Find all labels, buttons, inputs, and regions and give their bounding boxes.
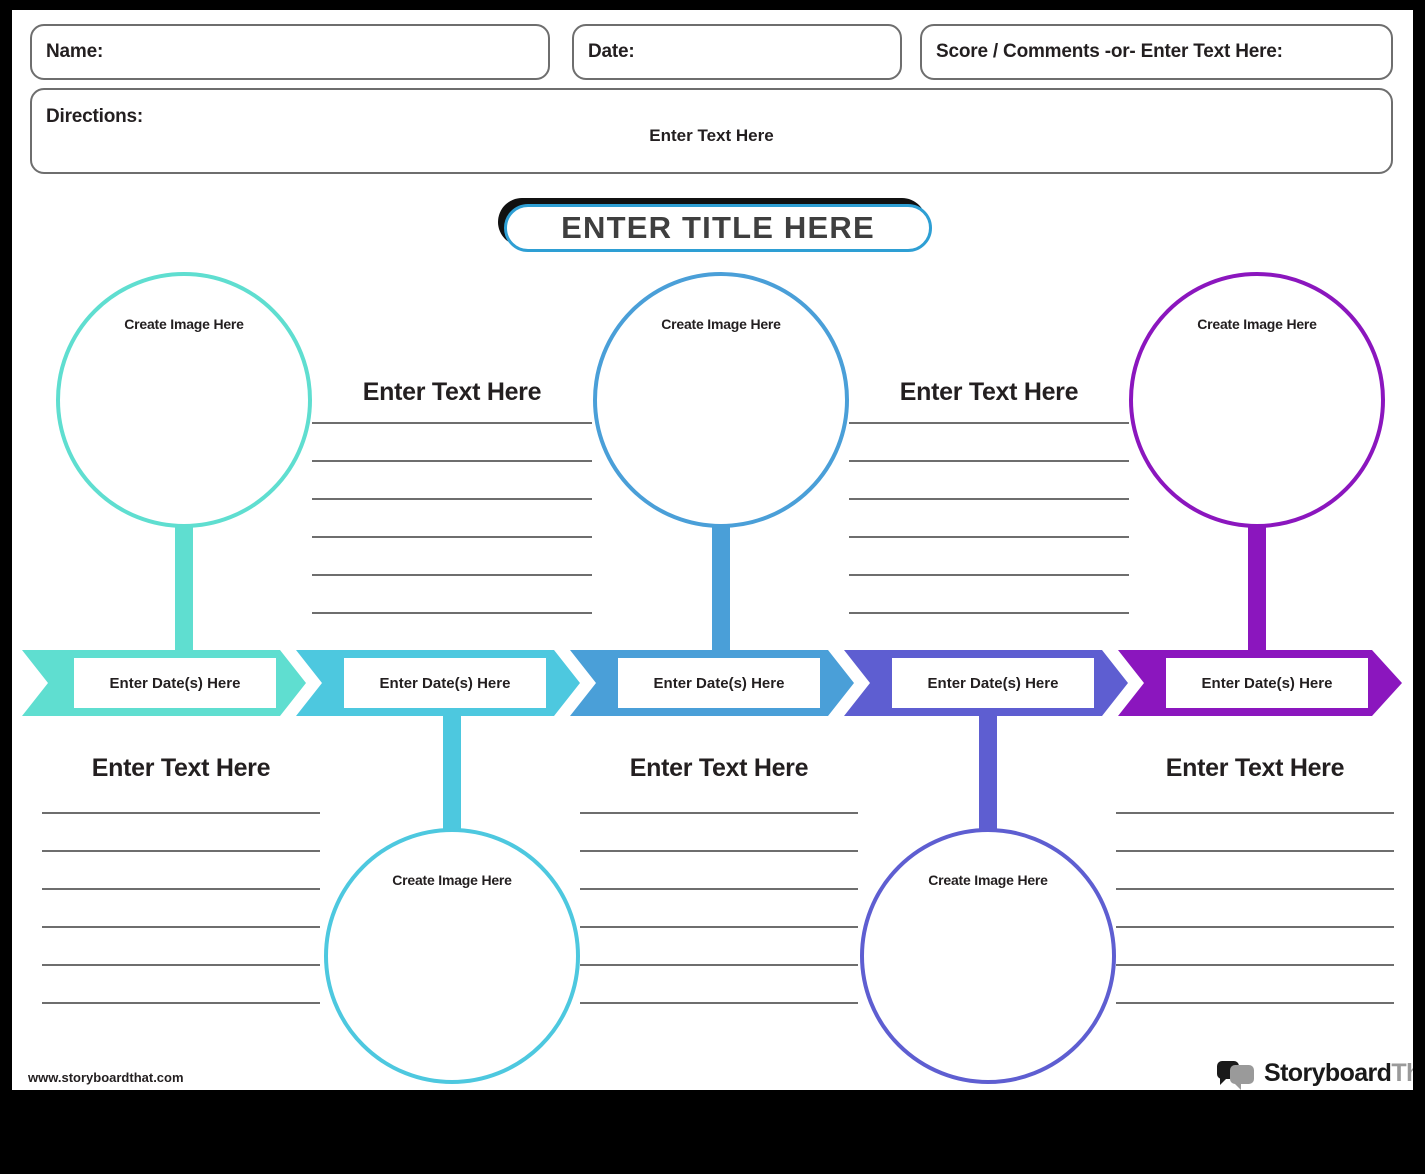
score-comments-field[interactable]: Score / Comments -or- Enter Text Here: (920, 24, 1393, 80)
date-box-step-3[interactable]: Enter Date(s) Here (618, 658, 820, 708)
text-block-step-4-title: Enter Text Here (899, 378, 1079, 406)
rule-line (1116, 926, 1394, 928)
stem-step-3 (712, 510, 730, 658)
rule-line (42, 964, 320, 966)
rule-line (580, 812, 858, 814)
rule-line (580, 926, 858, 928)
speech-bubbles-icon (1217, 1059, 1257, 1090)
score-comments-label: Score / Comments -or- Enter Text Here: (936, 41, 1283, 62)
rule-line (849, 422, 1129, 424)
text-block-step-2-lines[interactable] (312, 422, 592, 614)
text-block-step-2-title: Enter Text Here (362, 378, 542, 406)
stem-step-1 (175, 510, 193, 658)
text-block-step-5: Enter Text Here (1116, 754, 1394, 1004)
rule-line (1116, 1002, 1394, 1004)
rule-line (312, 460, 592, 462)
circle-step-4-label: Create Image Here (928, 872, 1048, 888)
circle-step-3-label: Create Image Here (661, 316, 781, 332)
rule-line (1116, 888, 1394, 890)
logo-wordmark: StoryboardThat (1264, 1059, 1413, 1088)
text-block-step-1-title: Enter Text Here (91, 754, 271, 782)
rule-line (849, 498, 1129, 500)
rule-line (312, 574, 592, 576)
text-block-step-2: Enter Text Here (312, 378, 592, 614)
rule-line (849, 536, 1129, 538)
timeline-arrow-band: Enter Date(s) Here Enter Date(s) Here En… (22, 650, 1402, 716)
title-banner-wrap: ENTER TITLE HERE (498, 198, 932, 252)
rule-line (42, 926, 320, 928)
rule-line (580, 850, 858, 852)
rule-line (580, 888, 858, 890)
circle-step-3[interactable]: Create Image Here (593, 272, 849, 528)
rule-line (580, 964, 858, 966)
directions-label: Directions: (46, 106, 144, 127)
text-block-step-5-lines[interactable] (1116, 812, 1394, 1004)
circle-step-1-label: Create Image Here (124, 316, 244, 332)
circle-step-2[interactable]: Create Image Here (324, 828, 580, 1084)
date-field[interactable]: Date: (572, 24, 902, 80)
text-block-step-4-lines[interactable] (849, 422, 1129, 614)
stem-step-2 (443, 710, 461, 840)
date-box-step-1[interactable]: Enter Date(s) Here (74, 658, 276, 708)
name-field[interactable]: Name: (30, 24, 550, 80)
rule-line (312, 612, 592, 614)
date-box-step-5[interactable]: Enter Date(s) Here (1166, 658, 1368, 708)
circle-step-1[interactable]: Create Image Here (56, 272, 312, 528)
rule-line (849, 574, 1129, 576)
rule-line (1116, 812, 1394, 814)
stem-step-4 (979, 710, 997, 840)
date-box-step-4[interactable]: Enter Date(s) Here (892, 658, 1094, 708)
speech-bubble-front-icon (1230, 1065, 1254, 1090)
text-block-step-3-title: Enter Text Here (629, 754, 809, 782)
logo-text-primary: Storyboard (1264, 1058, 1392, 1087)
rule-line (580, 1002, 858, 1004)
circle-step-2-label: Create Image Here (392, 872, 512, 888)
rule-line (312, 536, 592, 538)
rule-line (1116, 850, 1394, 852)
date-label: Date: (588, 41, 635, 62)
rule-line (849, 460, 1129, 462)
stem-step-5 (1248, 510, 1266, 658)
worksheet-page: Name: Date: Score / Comments -or- Enter … (12, 10, 1413, 1090)
page-title: ENTER TITLE HERE (561, 210, 875, 245)
circle-step-5[interactable]: Create Image Here (1129, 272, 1385, 528)
text-block-step-3: Enter Text Here (580, 754, 858, 1004)
title-banner[interactable]: ENTER TITLE HERE (504, 204, 932, 252)
text-block-step-3-lines[interactable] (580, 812, 858, 1004)
rule-line (42, 850, 320, 852)
rule-line (312, 498, 592, 500)
date-box-step-2[interactable]: Enter Date(s) Here (344, 658, 546, 708)
rule-line (849, 612, 1129, 614)
text-block-step-5-title: Enter Text Here (1165, 754, 1345, 782)
text-block-step-4: Enter Text Here (849, 378, 1129, 614)
directions-text-placeholder[interactable]: Enter Text Here (32, 126, 1391, 146)
circle-step-4[interactable]: Create Image Here (860, 828, 1116, 1084)
footer-website-url[interactable]: www.storyboardthat.com (28, 1070, 184, 1085)
directions-field[interactable]: Directions: Enter Text Here (30, 88, 1393, 174)
text-block-step-1: Enter Text Here (42, 754, 320, 1004)
rule-line (42, 888, 320, 890)
logo-text-secondary: That (1391, 1058, 1413, 1087)
rule-line (312, 422, 592, 424)
circle-step-5-label: Create Image Here (1197, 316, 1317, 332)
text-block-step-1-lines[interactable] (42, 812, 320, 1004)
storyboardthat-logo[interactable]: StoryboardThat (1217, 1056, 1413, 1090)
rule-line (1116, 964, 1394, 966)
rule-line (42, 812, 320, 814)
rule-line (42, 1002, 320, 1004)
name-label: Name: (46, 41, 104, 62)
